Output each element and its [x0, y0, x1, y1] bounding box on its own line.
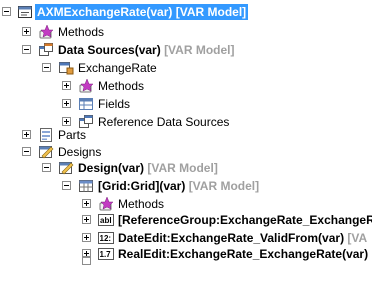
- expand-toggle[interactable]: [62, 81, 71, 90]
- svg-text:1.7: 1.7: [100, 250, 112, 259]
- grid-name: [Grid:Grid](var): [98, 179, 186, 193]
- reference-data-sources-label: Reference Data Sources: [98, 115, 230, 129]
- expand-toggle[interactable]: [82, 215, 91, 224]
- root-meta: [VAR Model]: [175, 5, 247, 19]
- tree-node-root-label: AXMExchangeRate(var) [VAR Model]: [35, 4, 249, 20]
- collapse-toggle[interactable]: [2, 7, 11, 16]
- aot-tree: AXMExchangeRate(var) [VAR Model] Methods…: [0, 0, 372, 265]
- parts-icon: [40, 128, 52, 142]
- collapse-toggle[interactable]: [22, 45, 31, 54]
- collapse-toggle[interactable]: [42, 63, 51, 72]
- data-sources-icon: [39, 43, 53, 56]
- designs-label: Designs: [58, 145, 102, 159]
- svg-text:abl: abl: [100, 216, 112, 225]
- real-control-icon: 1.7: [98, 248, 114, 260]
- fields-icon: [79, 98, 93, 110]
- ds-methods-label: Methods: [98, 79, 145, 93]
- expand-toggle[interactable]: [22, 27, 31, 36]
- expand-toggle[interactable]: [62, 99, 71, 108]
- methods-icon: [39, 24, 54, 39]
- methods-icon: [99, 196, 114, 211]
- data-sources-meta: [VAR Model]: [164, 43, 235, 57]
- data-sources-label: Data Sources(var) [VAR Model]: [58, 42, 235, 58]
- design-meta: [VAR Model]: [147, 161, 218, 175]
- methods-icon: [79, 78, 94, 93]
- string-control-icon: abl: [98, 214, 114, 226]
- reference-group-label: [ReferenceGroup:ExchangeRate_ExchangeRa: [118, 213, 372, 227]
- expand-toggle[interactable]: [82, 256, 91, 265]
- collapse-toggle[interactable]: [22, 147, 31, 156]
- expand-toggle[interactable]: [82, 199, 91, 208]
- date-control-icon: 12:: [98, 232, 114, 244]
- design-label: Design(var) [VAR Model]: [78, 160, 218, 176]
- expand-toggle[interactable]: [22, 130, 31, 139]
- grid-methods-label: Methods: [118, 197, 165, 211]
- data-source-table-icon: [59, 62, 74, 75]
- date-edit-meta: [VA: [347, 231, 368, 245]
- collapse-toggle[interactable]: [62, 181, 71, 190]
- form-icon: [18, 6, 32, 18]
- design-name: Design(var): [78, 161, 145, 175]
- date-edit-label: DateEdit:ExchangeRate_ValidFrom(var) [VA: [118, 230, 367, 246]
- expand-toggle[interactable]: [62, 117, 71, 126]
- methods-label: Methods: [58, 25, 105, 39]
- svg-text:12:: 12:: [100, 234, 112, 243]
- collapse-toggle[interactable]: [42, 163, 51, 172]
- root-name: AXMExchangeRate(var): [37, 5, 173, 19]
- designs-icon: [39, 146, 54, 159]
- date-edit-name: DateEdit:ExchangeRate_ValidFrom(var): [118, 231, 345, 245]
- grid-label: [Grid:Grid](var) [VAR Model]: [98, 178, 259, 194]
- parts-label: Parts: [58, 128, 87, 142]
- design-icon: [59, 162, 74, 175]
- fields-label: Fields: [98, 97, 131, 111]
- grid-meta: [VAR Model]: [188, 179, 260, 193]
- real-edit-label: RealEdit:ExchangeRate_ExchangeRate(var): [118, 247, 369, 261]
- expand-toggle[interactable]: [82, 233, 91, 242]
- exchange-rate-label: ExchangeRate: [78, 61, 157, 75]
- grid-icon: [79, 180, 93, 192]
- data-sources-name: Data Sources(var): [58, 43, 161, 57]
